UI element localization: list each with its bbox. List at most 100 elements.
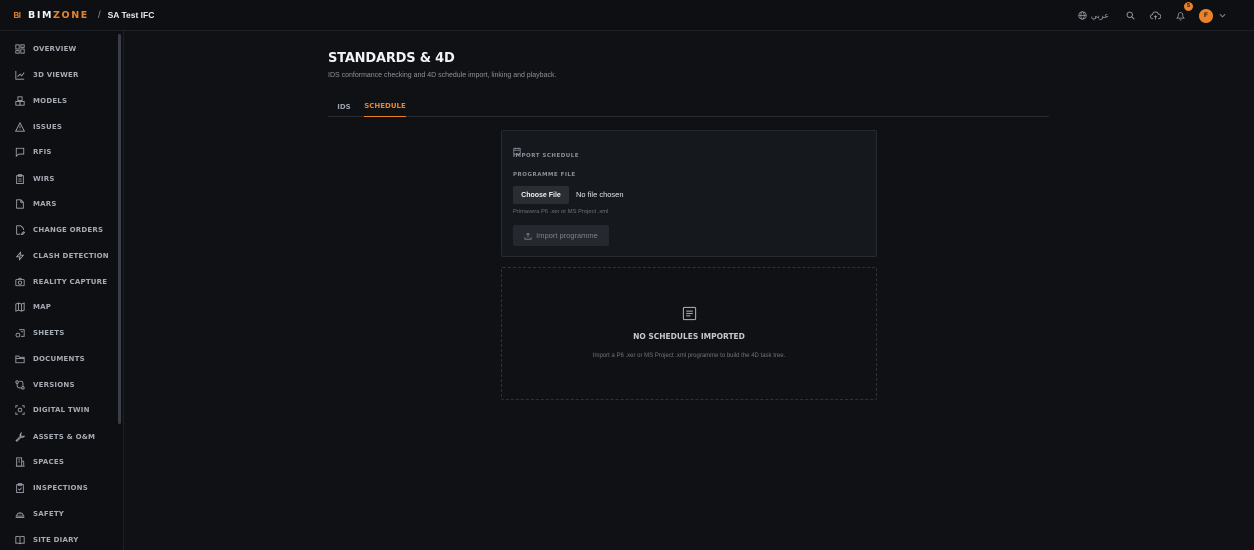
language-label: عربي bbox=[1090, 11, 1109, 20]
top-bar: BI BIMZONE / SA Test IFC عربي 5 F bbox=[0, 0, 1254, 31]
sidebar-item-label: 3D VIEWER bbox=[33, 71, 79, 79]
logo-text: BIMZONE bbox=[28, 10, 89, 21]
sidebar-item-site-diary[interactable]: SITE DIARY bbox=[0, 531, 116, 549]
account-menu-toggle[interactable] bbox=[1219, 13, 1226, 18]
sidebar-item-label: CHANGE ORDERS bbox=[33, 226, 104, 234]
upload-icon bbox=[524, 232, 532, 240]
notifications-button[interactable]: 5 bbox=[1173, 1, 1193, 23]
programme-file-label: PROGRAMME FILE bbox=[513, 172, 576, 178]
language-switch[interactable]: عربي bbox=[1078, 11, 1109, 20]
wrench-icon bbox=[15, 432, 25, 442]
sidebar-item-3d-viewer[interactable]: 3D VIEWER bbox=[0, 66, 116, 84]
sidebar-item-label: DIGITAL TWIN bbox=[33, 406, 90, 414]
file-format-hint: Primavera P6 .xer or MS Project .xml bbox=[513, 209, 609, 215]
sidebar-item-clash-detection[interactable]: CLASH DETECTION bbox=[0, 247, 116, 265]
sheets-icon bbox=[15, 329, 25, 338]
sidebar-item-assets[interactable]: ASSETS & O&M bbox=[0, 428, 116, 446]
sidebar-item-label: INSPECTIONS bbox=[33, 484, 88, 492]
sidebar-item-reality-capture[interactable]: REALITY CAPTURE bbox=[0, 273, 116, 291]
breadcrumb-separator: / bbox=[97, 9, 101, 21]
sidebar-item-label: MAP bbox=[33, 303, 52, 311]
sidebar-item-spaces[interactable]: SPACES bbox=[0, 453, 116, 471]
scan-icon bbox=[15, 405, 25, 415]
sidebar-item-change-orders[interactable]: CHANGE ORDERS bbox=[0, 221, 116, 239]
import-programme-label: Import programme bbox=[536, 231, 598, 240]
sidebar-item-overview[interactable]: OVERVIEW bbox=[0, 40, 116, 58]
sidebar-item-label: CLASH DETECTION bbox=[33, 252, 109, 260]
logo-zone: ZONE bbox=[53, 9, 89, 21]
logo-mark: BI bbox=[13, 10, 22, 20]
edit-file-icon bbox=[16, 225, 25, 235]
bell-icon bbox=[1175, 11, 1185, 20]
sidebar-item-label: ISSUES bbox=[33, 123, 63, 131]
sync-button[interactable] bbox=[1148, 9, 1162, 23]
sidebar-item-models[interactable]: MODELS bbox=[0, 92, 116, 110]
bolt-icon bbox=[15, 251, 25, 261]
empty-state-title: NO SCHEDULES IMPORTED bbox=[633, 332, 745, 341]
sidebar: OVERVIEW 3D VIEWER MODELS ISSUES RFIS WI… bbox=[0, 31, 124, 550]
sidebar-item-issues[interactable]: ISSUES bbox=[0, 118, 116, 136]
sidebar-item-label: SAFETY bbox=[33, 510, 65, 518]
file-icon bbox=[16, 199, 24, 209]
sidebar-item-label: MODELS bbox=[33, 97, 68, 105]
sidebar-item-label: MARS bbox=[33, 200, 57, 208]
message-icon bbox=[15, 147, 25, 157]
helmet-icon bbox=[15, 512, 25, 519]
camera-icon bbox=[15, 277, 25, 287]
grid-icon bbox=[15, 44, 25, 54]
folder-icon bbox=[15, 355, 25, 364]
sidebar-item-label: SPACES bbox=[33, 458, 65, 466]
map-icon bbox=[15, 302, 25, 312]
import-programme-button[interactable]: Import programme bbox=[513, 225, 609, 246]
logo-bim: BIM bbox=[28, 9, 54, 21]
page-subtitle: IDS conformance checking and 4D schedule… bbox=[328, 72, 557, 79]
file-status: No file chosen bbox=[576, 190, 624, 199]
chart-icon bbox=[15, 70, 25, 80]
sidebar-item-label: ASSETS & O&M bbox=[33, 433, 96, 441]
user-avatar[interactable]: F bbox=[1199, 8, 1213, 23]
tab-schedule[interactable]: SCHEDULE bbox=[364, 96, 406, 117]
sidebar-item-label: OVERVIEW bbox=[33, 45, 77, 53]
sidebar-item-sheets[interactable]: SHEETS bbox=[0, 324, 116, 342]
project-name[interactable]: SA Test IFC bbox=[108, 10, 155, 20]
search-icon bbox=[1126, 11, 1135, 20]
brand-logo[interactable]: BI BIMZONE bbox=[11, 9, 89, 21]
empty-state-description: Import a P6 .xer or MS Project .xml prog… bbox=[592, 353, 786, 359]
book-icon bbox=[15, 535, 25, 545]
sidebar-item-label: REALITY CAPTURE bbox=[33, 278, 108, 286]
choose-file-button[interactable]: Choose File bbox=[513, 186, 569, 204]
header-actions: عربي 5 F bbox=[1078, 0, 1226, 31]
sidebar-item-rfis[interactable]: RFIS bbox=[0, 143, 116, 161]
sidebar-item-documents[interactable]: DOCUMENTS bbox=[0, 350, 116, 368]
sidebar-item-safety[interactable]: SAFETY bbox=[0, 505, 116, 523]
search-button[interactable] bbox=[1123, 9, 1137, 23]
notification-badge: 5 bbox=[1184, 1, 1193, 11]
cubes-icon bbox=[15, 96, 25, 106]
sidebar-item-inspections[interactable]: INSPECTIONS bbox=[0, 479, 116, 497]
import-schedule-card: IMPORT SCHEDULE PROGRAMME FILE Choose Fi… bbox=[501, 130, 877, 257]
tab-ids[interactable]: IDS bbox=[337, 96, 351, 117]
sidebar-item-label: SHEETS bbox=[33, 329, 65, 337]
list-file-icon bbox=[682, 306, 697, 326]
sidebar-item-label: WIRS bbox=[33, 175, 55, 183]
sidebar-item-label: SITE DIARY bbox=[33, 536, 79, 544]
sidebar-item-map[interactable]: MAP bbox=[0, 298, 116, 316]
sidebar-item-mars[interactable]: MARS bbox=[0, 195, 116, 213]
sidebar-item-versions[interactable]: VERSIONS bbox=[0, 376, 116, 394]
sidebar-item-label: VERSIONS bbox=[33, 381, 75, 389]
warning-icon bbox=[15, 122, 25, 132]
chevron-down-icon bbox=[1219, 13, 1226, 18]
tab-bar: IDS SCHEDULE bbox=[328, 96, 1049, 117]
sidebar-item-digital-twin[interactable]: DIGITAL TWIN bbox=[0, 401, 116, 419]
sidebar-item-wirs[interactable]: WIRS bbox=[0, 170, 116, 188]
branch-icon bbox=[15, 380, 25, 390]
sidebar-scrollbar[interactable] bbox=[118, 34, 121, 424]
globe-icon bbox=[1078, 11, 1087, 20]
card-title: IMPORT SCHEDULE bbox=[513, 153, 580, 159]
cloud-sync-icon bbox=[1149, 11, 1161, 20]
clipboard-icon bbox=[16, 174, 24, 184]
sidebar-item-label: RFIS bbox=[33, 148, 52, 156]
sidebar-item-label: DOCUMENTS bbox=[33, 355, 85, 363]
building-icon bbox=[15, 457, 25, 467]
checklist-icon bbox=[16, 483, 24, 493]
